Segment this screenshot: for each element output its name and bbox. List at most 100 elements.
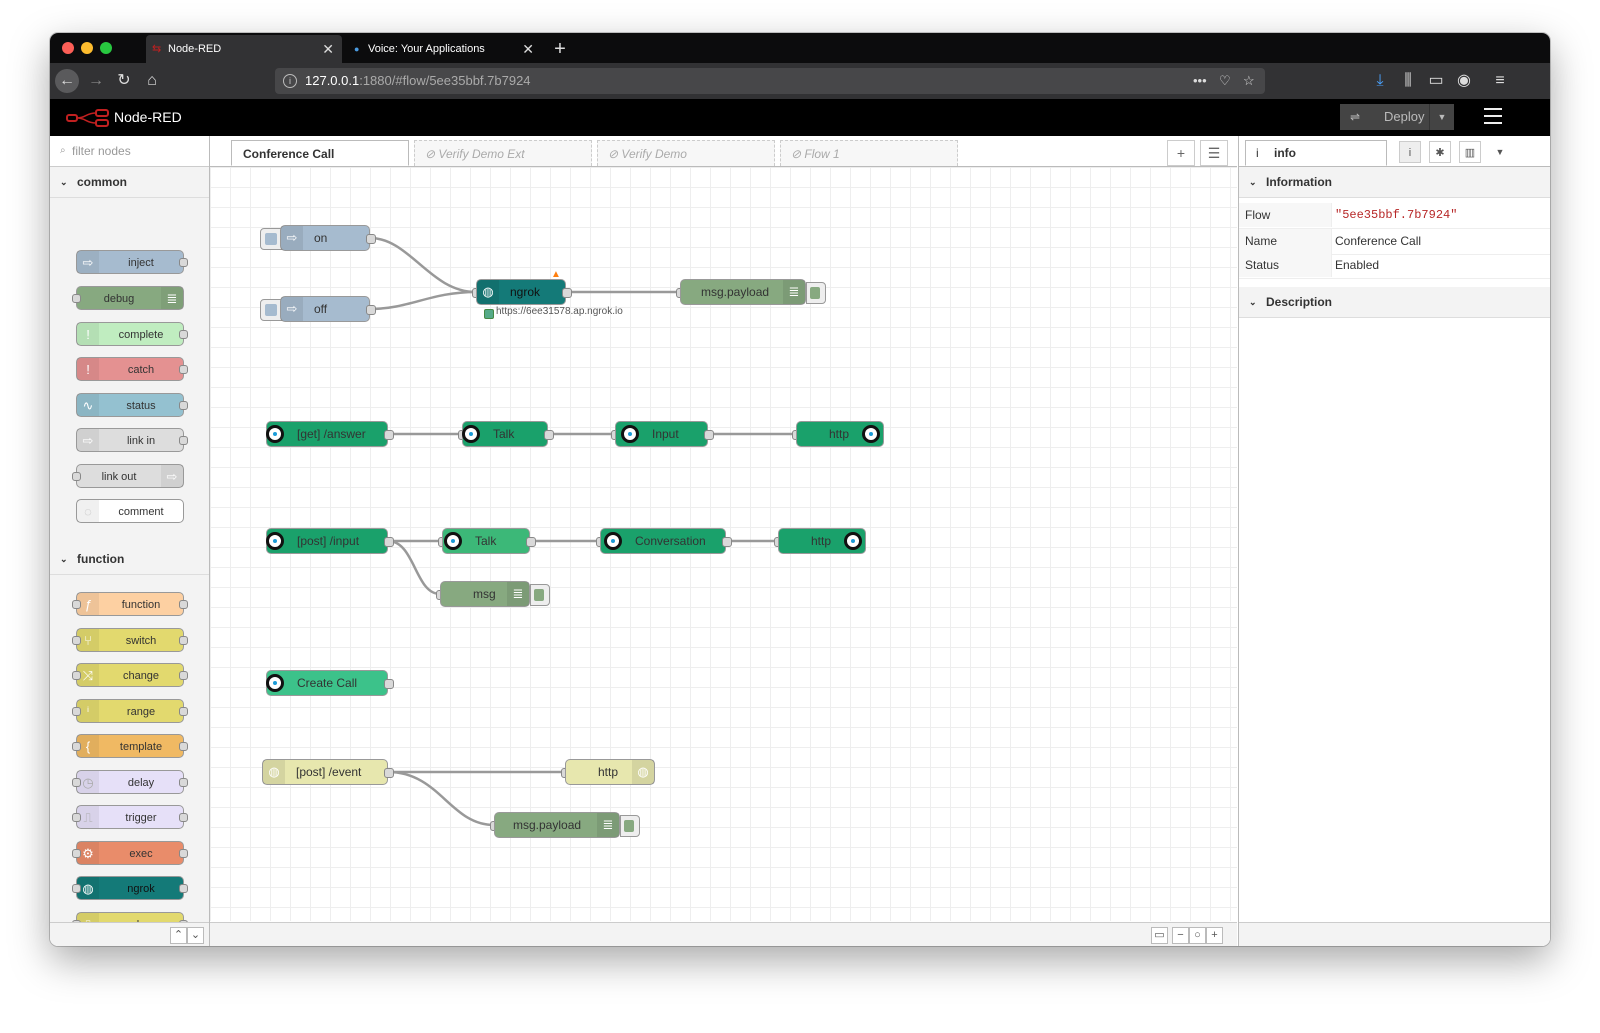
tab-conference-call[interactable]: Conference Call — [231, 140, 409, 166]
minimize-window-button[interactable] — [81, 42, 93, 54]
debug-toggle-button[interactable] — [530, 584, 550, 606]
palette-node-template[interactable]: { template — [72, 734, 188, 758]
palette-node-comment[interactable]: ◌ comment — [76, 499, 184, 523]
flow-node-debug-msg-payload[interactable]: msg.payload ≣ — [680, 279, 806, 305]
close-tab-icon[interactable]: ✕ — [322, 35, 334, 63]
palette-node-link-in[interactable]: ⇨ link in — [76, 428, 188, 452]
search-icon: ⌕ — [60, 145, 66, 156]
flow-canvas[interactable]: ⇨ on ⇨ off ◍ ngrok ▲ https://6ee31578.ap… — [210, 167, 1237, 921]
new-tab-button[interactable]: + — [550, 35, 570, 63]
debug-toggle-button[interactable] — [620, 815, 640, 837]
workspace-footer: ▭ − ○ + — [210, 922, 1237, 946]
flow-node-debug-msg[interactable]: msg ≣ — [440, 581, 530, 607]
comment-icon: ◌ — [77, 500, 99, 522]
palette-node-debug[interactable]: debug ≣ — [72, 286, 184, 310]
download-icon[interactable]: ⤓ — [1368, 69, 1392, 93]
inject-trigger-button[interactable] — [260, 299, 282, 321]
main-menu-icon[interactable] — [1484, 108, 1502, 129]
flow-node-post-event[interactable]: ◍ [post] /event — [262, 759, 388, 785]
browser-tab-voice[interactable]: ● Voice: Your Applications ✕ — [346, 35, 542, 63]
section-information[interactable]: ⌄ Information — [1239, 167, 1550, 198]
reload-icon[interactable]: ↻ — [112, 69, 136, 93]
palette-node-catch[interactable]: ! catch — [76, 357, 188, 381]
palette-node-status[interactable]: ∿ status — [76, 393, 188, 417]
close-window-button[interactable] — [62, 42, 74, 54]
arrow-icon: ⇨ — [281, 226, 303, 250]
forward-icon[interactable]: → — [84, 69, 108, 93]
palette-node-switch[interactable]: ⑂ switch — [72, 628, 188, 652]
zoom-reset-icon[interactable]: ○ — [1189, 927, 1206, 944]
back-icon[interactable]: ← — [55, 69, 79, 93]
flow-node-ngrok[interactable]: ◍ ngrok — [476, 279, 566, 305]
sidebar-dropdown-icon[interactable]: ▼ — [1489, 141, 1511, 163]
home-icon[interactable]: ⌂ — [140, 69, 164, 93]
browser-tab-node-red[interactable]: ⇆ Node-RED ✕ — [146, 35, 342, 63]
deploy-button[interactable]: ⇌ Deploy ▼ — [1340, 104, 1454, 130]
list-icon: ≣ — [161, 287, 183, 309]
tab-info[interactable]: i info — [1245, 140, 1387, 166]
zoom-in-icon[interactable]: + — [1206, 927, 1223, 944]
maximize-window-button[interactable] — [100, 42, 112, 54]
palette-node-exec[interactable]: ⚙ exec — [72, 841, 188, 865]
dashboard-chart-icon[interactable]: ▥ — [1459, 141, 1481, 163]
collapse-all-icon[interactable]: ⌃ — [170, 927, 187, 944]
workspace-tabs: Conference Call ⊘ Verify Demo Ext ⊘ Veri… — [210, 136, 1237, 167]
flow-node-get-answer[interactable]: [get] /answer — [266, 421, 388, 447]
palette-footer: ⌃ ⌄ — [50, 922, 209, 946]
palette-node-ngrok[interactable]: ◍ ngrok — [72, 876, 188, 900]
library-icon[interactable]: ⫼ — [1396, 69, 1420, 93]
palette-node-link-out[interactable]: link out ⇨ — [72, 464, 184, 488]
tab-verify-demo-ext[interactable]: ⊘ Verify Demo Ext — [414, 140, 592, 166]
list-flows-button[interactable]: ☰ — [1200, 140, 1228, 166]
site-info-icon[interactable]: i — [283, 74, 297, 88]
palette-node-complete[interactable]: ! complete — [76, 322, 188, 346]
info-tab-icon[interactable]: i — [1399, 141, 1421, 163]
arrow-icon: ⇨ — [281, 297, 303, 321]
url-bar[interactable]: i 127.0.0.1:1880/#flow/5ee35bbf.7b7924 •… — [275, 68, 1265, 94]
account-icon[interactable]: ◉ — [1452, 69, 1476, 93]
palette-category-function[interactable]: ⌄ function — [50, 544, 209, 575]
nexmo-logo-icon — [462, 425, 480, 443]
palette-node-change[interactable]: ⤨ change — [72, 663, 188, 687]
add-flow-button[interactable]: + — [1167, 140, 1195, 166]
more-icon[interactable]: ••• — [1193, 68, 1207, 94]
debug-bug-icon[interactable]: ✱ — [1429, 141, 1451, 163]
alert-icon: ! — [77, 358, 99, 380]
alert-icon: ! — [77, 323, 99, 345]
tab-label: Node-RED — [168, 43, 222, 55]
disabled-icon: ⊘ — [791, 147, 805, 161]
filter-nodes-input[interactable]: ⌕ filter nodes — [50, 136, 209, 167]
close-tab-icon[interactable]: ✕ — [522, 35, 534, 63]
palette-node-range[interactable]: ⁱ range — [72, 699, 188, 723]
flow-node-debug-msg-payload-2[interactable]: msg.payload ≣ — [494, 812, 620, 838]
tab-label: Voice: Your Applications — [368, 43, 485, 55]
tab-flow-1[interactable]: ⊘ Flow 1 — [780, 140, 958, 166]
sidebar-toggle-icon[interactable]: ▭ — [1424, 69, 1448, 93]
pocket-icon[interactable]: ♡ — [1219, 68, 1231, 94]
flow-node-post-input[interactable]: [post] /input — [266, 528, 388, 554]
debug-toggle-button[interactable] — [806, 282, 826, 304]
browser-tab-bar: ⇆ Node-RED ✕ ● Voice: Your Applications … — [50, 33, 1550, 63]
palette-node-function[interactable]: ƒ function — [72, 592, 188, 616]
deploy-label: Deploy — [1384, 109, 1425, 124]
section-description[interactable]: ⌄ Description — [1239, 287, 1550, 318]
ngrok-status-text: https://6ee31578.ap.ngrok.io — [496, 306, 623, 317]
palette-node-delay[interactable]: ◷ delay — [72, 770, 188, 794]
flow-node-inject-off[interactable]: ⇨ off — [280, 296, 370, 322]
nexmo-logo-icon — [604, 532, 622, 550]
flow-node-http-response-3[interactable]: http ◍ — [565, 759, 655, 785]
palette-node-inject[interactable]: ⇨ inject — [76, 250, 188, 274]
expand-all-icon[interactable]: ⌄ — [187, 927, 204, 944]
palette-category-common[interactable]: ⌄ common — [50, 167, 209, 198]
navigator-icon[interactable]: ▭ — [1151, 927, 1168, 944]
bookmark-star-icon[interactable]: ☆ — [1243, 68, 1255, 94]
flow-node-create-call[interactable]: Create Call — [266, 670, 388, 696]
nexmo-logo-icon — [844, 532, 862, 550]
palette-node-trigger[interactable]: ⎍ trigger — [72, 805, 188, 829]
flow-node-inject-on[interactable]: ⇨ on — [280, 225, 370, 251]
inject-trigger-button[interactable] — [260, 228, 282, 250]
browser-menu-icon[interactable]: ≡ — [1488, 69, 1512, 93]
zoom-out-icon[interactable]: − — [1172, 927, 1189, 944]
tab-verify-demo[interactable]: ⊘ Verify Demo — [597, 140, 775, 166]
deploy-dropdown-icon[interactable]: ▼ — [1429, 104, 1454, 130]
